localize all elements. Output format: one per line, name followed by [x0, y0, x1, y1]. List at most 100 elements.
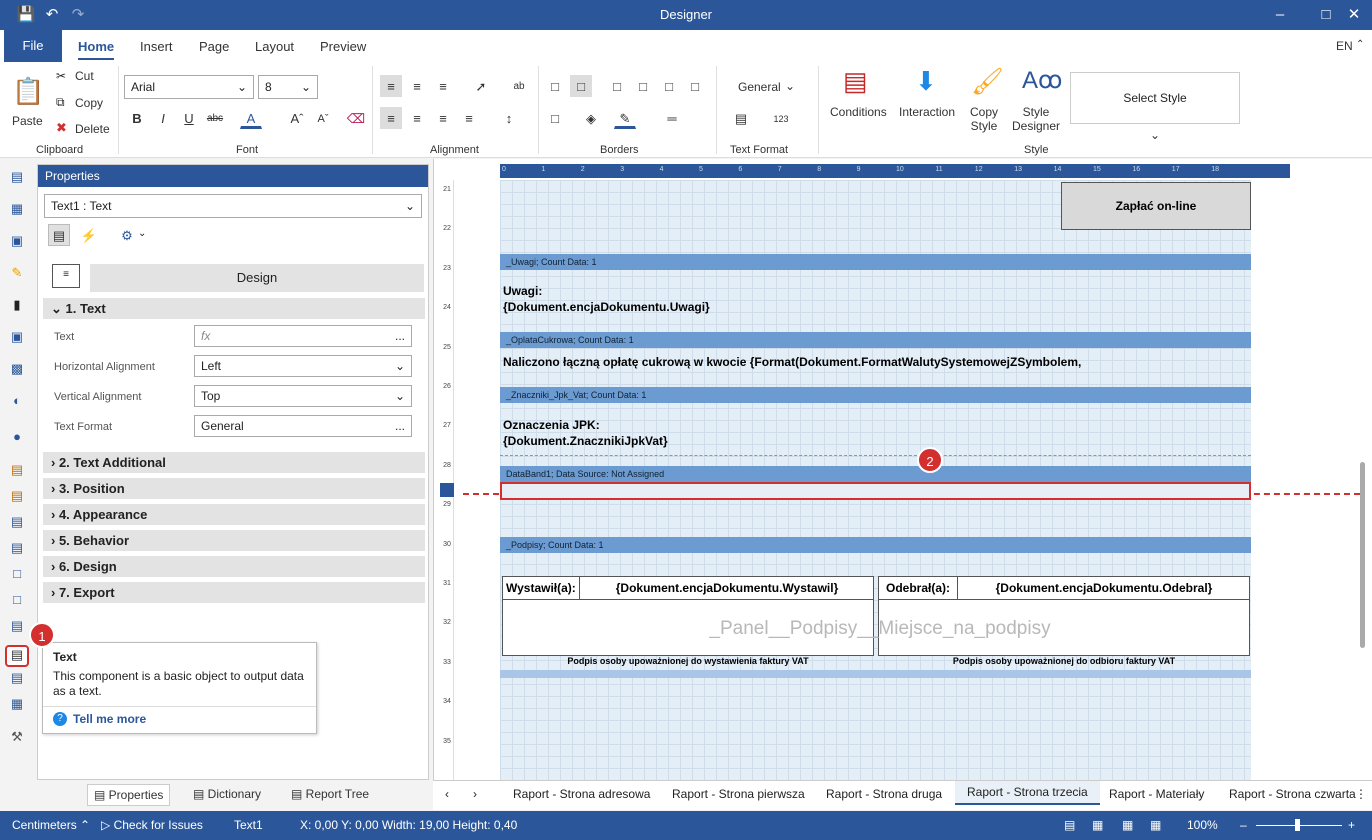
band-uwagi[interactable]: _Uwagi; Count Data: 1	[500, 254, 1251, 270]
copy-style-icon[interactable]: 🖌	[971, 66, 1004, 97]
chevron-down-icon[interactable]: ⌄	[1150, 128, 1160, 142]
align-top-icon[interactable]: ≡	[380, 75, 402, 97]
clear-format-icon[interactable]: ⌫	[345, 107, 367, 129]
section-behavior[interactable]: › 5. Behavior	[43, 530, 425, 551]
line-spacing-icon[interactable]: ↕	[498, 107, 520, 129]
sign-left-caption[interactable]: Podpis osoby upoważnionej do wystawienia…	[502, 656, 874, 666]
interaction-button[interactable]: Interaction	[899, 105, 955, 119]
word-wrap-icon[interactable]: ab	[508, 75, 530, 97]
odebral-label[interactable]: Odebrał(a):	[882, 576, 958, 600]
tell-me-more-link[interactable]: Tell me more	[73, 712, 146, 726]
select-style-box[interactable]: Select Style	[1070, 72, 1240, 124]
zoom-out-icon[interactable]: –	[1240, 818, 1247, 832]
text-format-select[interactable]: General	[738, 80, 781, 94]
jpk-expression[interactable]: {Dokument.ZnacznikiJpkVat}	[503, 434, 668, 448]
page-tab-pierwsza[interactable]: Raport - Strona pierwsza	[672, 787, 805, 801]
font-color-icon[interactable]: A	[240, 107, 262, 129]
page-view-icon[interactable]: ▤	[1064, 818, 1075, 832]
justify-icon[interactable]: ≡	[458, 107, 480, 129]
oplata-text[interactable]: Naliczono łączną opłatę cukrową w kwocie…	[503, 355, 1081, 369]
tab-home[interactable]: Home	[78, 39, 115, 60]
shrink-font-icon[interactable]: Aˇ	[312, 107, 334, 129]
odebral-expression[interactable]: {Dokument.encjaDokumentu.Odebral}	[962, 581, 1246, 595]
align-middle-icon[interactable]: ≡	[406, 75, 428, 97]
horizontal-alignment-select[interactable]: Left ⌄	[194, 355, 412, 377]
info-icon[interactable]: ▣	[7, 329, 27, 347]
all-borders-icon[interactable]: □	[544, 75, 566, 97]
header-icon[interactable]: ▤	[7, 514, 27, 532]
tab-preview[interactable]: Preview	[320, 39, 366, 54]
style-designer-icon[interactable]: Aꝏ	[1022, 66, 1062, 95]
page-tabs-menu-icon[interactable]: ⋮	[1355, 787, 1367, 801]
units-selector[interactable]: Centimeters ⌃	[12, 818, 90, 832]
maximize-icon[interactable]: □	[1316, 5, 1336, 25]
collapse-ribbon-icon[interactable]: ⌃	[1356, 39, 1364, 50]
multi-page-icon[interactable]: ▦	[1122, 818, 1133, 832]
italic-icon[interactable]: I	[152, 107, 174, 129]
text1-component[interactable]	[500, 482, 1251, 500]
section-appearance[interactable]: › 4. Appearance	[43, 504, 425, 525]
rich-text-icon[interactable]: ▤	[7, 670, 27, 688]
fill-color-icon[interactable]: ◈	[580, 107, 602, 129]
gauge-icon[interactable]: ◐	[7, 393, 27, 411]
map-icon[interactable]: ●	[7, 429, 27, 447]
next-page-icon[interactable]: ›	[473, 787, 477, 801]
cut-button[interactable]: Cut	[75, 69, 94, 83]
sign-right-caption[interactable]: Podpis osoby upoważnionej do odbioru fak…	[878, 656, 1250, 666]
wystawil-label[interactable]: Wystawił(a):	[502, 576, 580, 600]
conditions-icon[interactable]: ▤	[843, 66, 868, 97]
border-settings-icon[interactable]: □	[544, 107, 566, 129]
page-tab-druga[interactable]: Raport - Strona druga	[826, 787, 942, 801]
section-design[interactable]: › 6. Design	[43, 556, 425, 577]
font-family-select[interactable]: Arial ⌄	[124, 75, 254, 99]
grid-view-icon[interactable]: ▦	[1150, 818, 1161, 832]
no-border-icon[interactable]: □	[570, 75, 592, 97]
tools-icon[interactable]: ⚒	[7, 729, 27, 747]
top-border-icon[interactable]: □	[606, 75, 628, 97]
uwagi-label[interactable]: Uwagi:	[503, 284, 542, 298]
band-jpk[interactable]: _Znaczniki_Jpk_Vat; Count Data: 1	[500, 387, 1251, 403]
vertical-alignment-select[interactable]: Top ⌄	[194, 385, 412, 407]
chart-icon[interactable]: ▩	[7, 361, 27, 379]
component-selector[interactable]: Text1 : Text ⌄	[44, 194, 422, 218]
grow-font-icon[interactable]: Aˆ	[286, 107, 308, 129]
tab-report-tree[interactable]: ▤ Report Tree	[285, 784, 375, 806]
close-icon[interactable]: ✕	[1344, 5, 1364, 25]
border-color-icon[interactable]: ✎	[614, 107, 636, 129]
image-icon[interactable]: ▦	[7, 696, 27, 714]
band-data[interactable]: DataBand1; Data Source: Not Assigned	[500, 466, 1251, 482]
section-text-additional[interactable]: › 2. Text Additional	[43, 452, 425, 473]
tab-page[interactable]: Page	[199, 39, 229, 54]
chevron-down-icon[interactable]: ⌄	[138, 228, 146, 239]
section-position[interactable]: › 3. Position	[43, 478, 425, 499]
panel-icon[interactable]: □	[7, 566, 27, 584]
section-text[interactable]: ⌄ 1. Text	[43, 298, 425, 319]
right-border-icon[interactable]: □	[684, 75, 706, 97]
clone-icon[interactable]: □	[7, 592, 27, 610]
align-left-icon[interactable]: ≡	[380, 107, 402, 129]
number-format-icon[interactable]: 123	[770, 107, 792, 129]
check-issues-button[interactable]: ▷ Check for Issues	[101, 818, 203, 832]
cross-bands-icon[interactable]: ▦	[7, 201, 27, 219]
text-angle-icon[interactable]: ➚	[470, 75, 492, 97]
uwagi-expression[interactable]: {Dokument.encjaDokumentu.Uwagi}	[503, 300, 710, 314]
tab-dictionary[interactable]: ▤ Dictionary	[187, 784, 267, 806]
jpk-label[interactable]: Oznaczenia JPK:	[503, 418, 600, 432]
settings-gear-icon[interactable]: ⚙	[116, 224, 138, 246]
copy-style-button[interactable]: Copy Style	[968, 105, 1000, 133]
band-podpisy[interactable]: _Podpisy; Count Data: 1	[500, 537, 1251, 553]
events-icon[interactable]: ⚡	[78, 224, 100, 246]
bottom-border-icon[interactable]: □	[658, 75, 680, 97]
bold-icon[interactable]: B	[126, 107, 148, 129]
left-border-icon[interactable]: □	[632, 75, 654, 97]
page-tab-czwarta[interactable]: Raport - Strona czwarta	[1229, 787, 1356, 801]
tab-properties[interactable]: ▤ Properties	[87, 784, 171, 806]
minimize-icon[interactable]: –	[1270, 5, 1290, 25]
vertical-scrollbar[interactable]	[1360, 462, 1365, 648]
tab-insert[interactable]: Insert	[140, 39, 173, 54]
band-oplata-cukrowa[interactable]: _OplataCukrowa; Count Data: 1	[500, 332, 1251, 348]
bands-icon[interactable]: ▤	[7, 169, 27, 187]
border-style-icon[interactable]: ═	[652, 107, 692, 129]
page-tab-trzecia[interactable]: Raport - Strona trzecia	[955, 781, 1100, 805]
fit-page-icon[interactable]: ▦	[1092, 818, 1103, 832]
